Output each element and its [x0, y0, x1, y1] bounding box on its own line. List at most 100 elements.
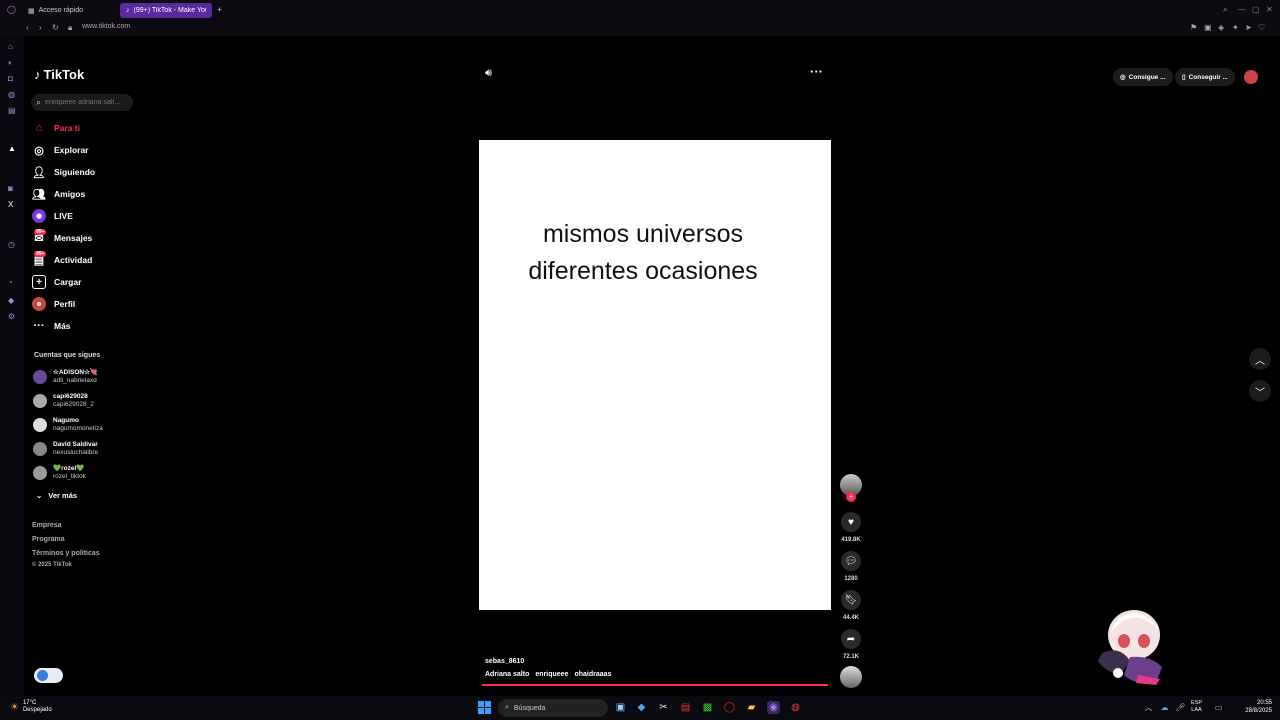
get-app-button[interactable]: ▯ Conseguir ...	[1175, 68, 1235, 86]
following-account[interactable]: ☆ADISON☆💘 adli_nabrielaxd	[33, 366, 98, 388]
get-coins-button[interactable]: ◎ Consigue ...	[1113, 68, 1173, 86]
chrome-icon[interactable]: ◍	[789, 701, 802, 714]
profile-avatar[interactable]	[1244, 70, 1258, 84]
app-red-icon[interactable]: ▤	[679, 701, 692, 714]
tag-link[interactable]: ohaidraaas	[574, 671, 611, 678]
nav-mensajes[interactable]: ✉ 99+ Mensajes	[32, 229, 92, 247]
maximize-icon[interactable]: ▢	[1252, 5, 1260, 14]
minimize-icon[interactable]: —	[1238, 5, 1246, 14]
sidebar-messenger-icon[interactable]: ◍	[8, 90, 15, 99]
following-account[interactable]: 💚rozel💚 rozel_tiktok	[33, 462, 86, 484]
shield-icon[interactable]: ◈	[1218, 23, 1224, 32]
sidebar-history-icon[interactable]: ◔	[8, 278, 13, 287]
comment-icon[interactable]: 💬︎	[841, 551, 861, 571]
footer-link-programa[interactable]: Programa	[32, 536, 65, 543]
footer-link-terms[interactable]: Términos y políticas	[32, 550, 100, 557]
sidebar-clock-icon[interactable]: ◷	[8, 240, 15, 249]
search-input[interactable]	[45, 99, 128, 106]
forward-icon[interactable]: ›	[39, 23, 42, 32]
capcut-icon[interactable]: ✂	[657, 701, 670, 714]
previous-video-button[interactable]: ︿	[1249, 348, 1271, 370]
video-player[interactable]	[479, 140, 831, 610]
tab-tiktok[interactable]: ♪ (99+) TikTok - Make Your	[120, 3, 212, 18]
minecraft-icon[interactable]: ▩	[701, 701, 714, 714]
following-icon: 👤︎	[32, 166, 46, 179]
nav-para-ti[interactable]: ⌂ Para ti	[32, 119, 80, 137]
account-user: nexusluchalibre	[53, 449, 99, 456]
share-action[interactable]: ➦ 72.1K	[840, 629, 862, 660]
weather-widget[interactable]: ☀ 17°C Despejado	[10, 700, 52, 714]
reload-icon[interactable]: ↻	[52, 23, 59, 32]
heart-icon[interactable]: ♥	[841, 512, 861, 532]
tab-quick-access[interactable]: ▦ Acceso rápido	[22, 3, 89, 18]
onedrive-icon[interactable]: ☁	[1158, 701, 1171, 714]
task-view-icon[interactable]: ▣	[614, 701, 627, 714]
music-disc[interactable]	[840, 666, 862, 688]
more-options-icon[interactable]: ···	[810, 64, 823, 79]
sidebar-settings-icon[interactable]: ⚙	[8, 312, 15, 321]
windows-start-button[interactable]	[478, 701, 491, 714]
toggle-widget[interactable]	[34, 668, 63, 683]
taskbar-clock[interactable]: 20:55 28/8/2025	[1222, 699, 1272, 715]
tag-link[interactable]: Adriana salto	[485, 671, 529, 678]
sidebar-cube-icon[interactable]: ◆	[8, 296, 14, 305]
bookmark-icon[interactable]: ⚑	[1190, 23, 1197, 32]
vscode-icon[interactable]: ◆	[635, 701, 648, 714]
tiktok-logo[interactable]: ♪ TikTok	[34, 67, 84, 82]
taskbar-search[interactable]: ⌕ Búsqueda	[498, 699, 608, 717]
new-tab-icon[interactable]: +	[217, 5, 222, 14]
following-section-title: Cuentas que sigues	[34, 352, 101, 359]
opera-taskbar-icon[interactable]: ◯	[723, 701, 736, 714]
send-icon[interactable]: ➤	[1245, 23, 1252, 32]
nav-perfil[interactable]: ☻ Perfil	[32, 295, 75, 313]
nav-explorar[interactable]: ◎ Explorar	[32, 141, 88, 159]
account-name: Nagumo	[53, 417, 79, 424]
next-video-button[interactable]: ﹀	[1249, 380, 1271, 402]
following-account[interactable]: capi629028 capi629028_2	[33, 390, 94, 412]
tag-link[interactable]: enriqueee	[535, 671, 568, 678]
follow-plus-icon[interactable]: +	[846, 492, 856, 502]
following-account[interactable]: Nagumo nagumomonetiza	[33, 414, 103, 436]
nav-amigos[interactable]: 👥︎ Amigos	[32, 185, 85, 203]
close-icon[interactable]: ✕	[1266, 5, 1273, 14]
sidebar-home-icon[interactable]: ⌂	[8, 42, 13, 51]
sidebar-aria-icon[interactable]: ◐	[8, 58, 13, 67]
discord-icon[interactable]: ◉	[767, 701, 780, 714]
sidebar-bag-icon[interactable]: ◘	[8, 74, 13, 83]
extension-icon[interactable]: ✦	[1232, 23, 1239, 32]
save-action[interactable]: 🔖︎ 44.4K	[840, 590, 862, 621]
like-action[interactable]: ♥ 419.8K	[840, 512, 862, 543]
following-account[interactable]: David Saldivar nexusluchalibre	[33, 438, 98, 460]
tiktok-tab-icon: ♪	[126, 7, 130, 14]
opera-logo-icon[interactable]: ◯	[7, 5, 16, 14]
tiktok-note-icon: ♪	[34, 67, 41, 82]
sidebar-x-icon[interactable]: X	[8, 200, 13, 209]
back-icon[interactable]: ‹	[26, 23, 29, 32]
nav-actividad[interactable]: ▤ 99+ Actividad	[32, 251, 92, 269]
video-author[interactable]: sebas_8610	[485, 658, 524, 665]
sidebar-chat-icon[interactable]: ◙	[8, 184, 13, 193]
nav-live[interactable]: ◉ LIVE	[32, 207, 73, 225]
search-tabs-icon[interactable]: ⌕	[1223, 5, 1227, 15]
volume-icon[interactable]: 🔊︎	[485, 67, 492, 80]
folder-icon[interactable]: ▰	[745, 701, 758, 714]
see-more-button[interactable]: ⌄ Ver más	[36, 491, 77, 500]
sidebar-twitch-icon[interactable]: ▤	[8, 106, 16, 115]
tray-arrow-icon[interactable]: ︿	[1142, 701, 1155, 714]
heart-icon[interactable]: ♡	[1258, 23, 1265, 32]
footer-link-empresa[interactable]: Empresa	[32, 522, 62, 529]
url-field[interactable]: www.tiktok.com	[82, 23, 130, 30]
snapshot-icon[interactable]: ▣	[1204, 23, 1212, 32]
comment-action[interactable]: 💬︎ 1280	[840, 551, 862, 582]
messages-icon: ✉ 99+	[34, 229, 47, 245]
bookmark-icon[interactable]: 🔖︎	[841, 590, 861, 610]
search-box[interactable]: ⌕	[31, 94, 133, 111]
share-icon[interactable]: ➦	[841, 629, 861, 649]
language-indicator[interactable]: ESP LAA	[1191, 700, 1202, 714]
sidebar-arrow-icon[interactable]: ▲	[8, 144, 16, 153]
nav-cargar[interactable]: + Cargar	[32, 273, 81, 291]
video-progress-bar[interactable]	[482, 684, 828, 686]
nav-mas[interactable]: ··· Más	[32, 317, 71, 335]
nav-siguiendo[interactable]: 👤︎ Siguiendo	[32, 163, 95, 181]
microphone-icon[interactable]: 🎤︎	[1174, 701, 1187, 714]
